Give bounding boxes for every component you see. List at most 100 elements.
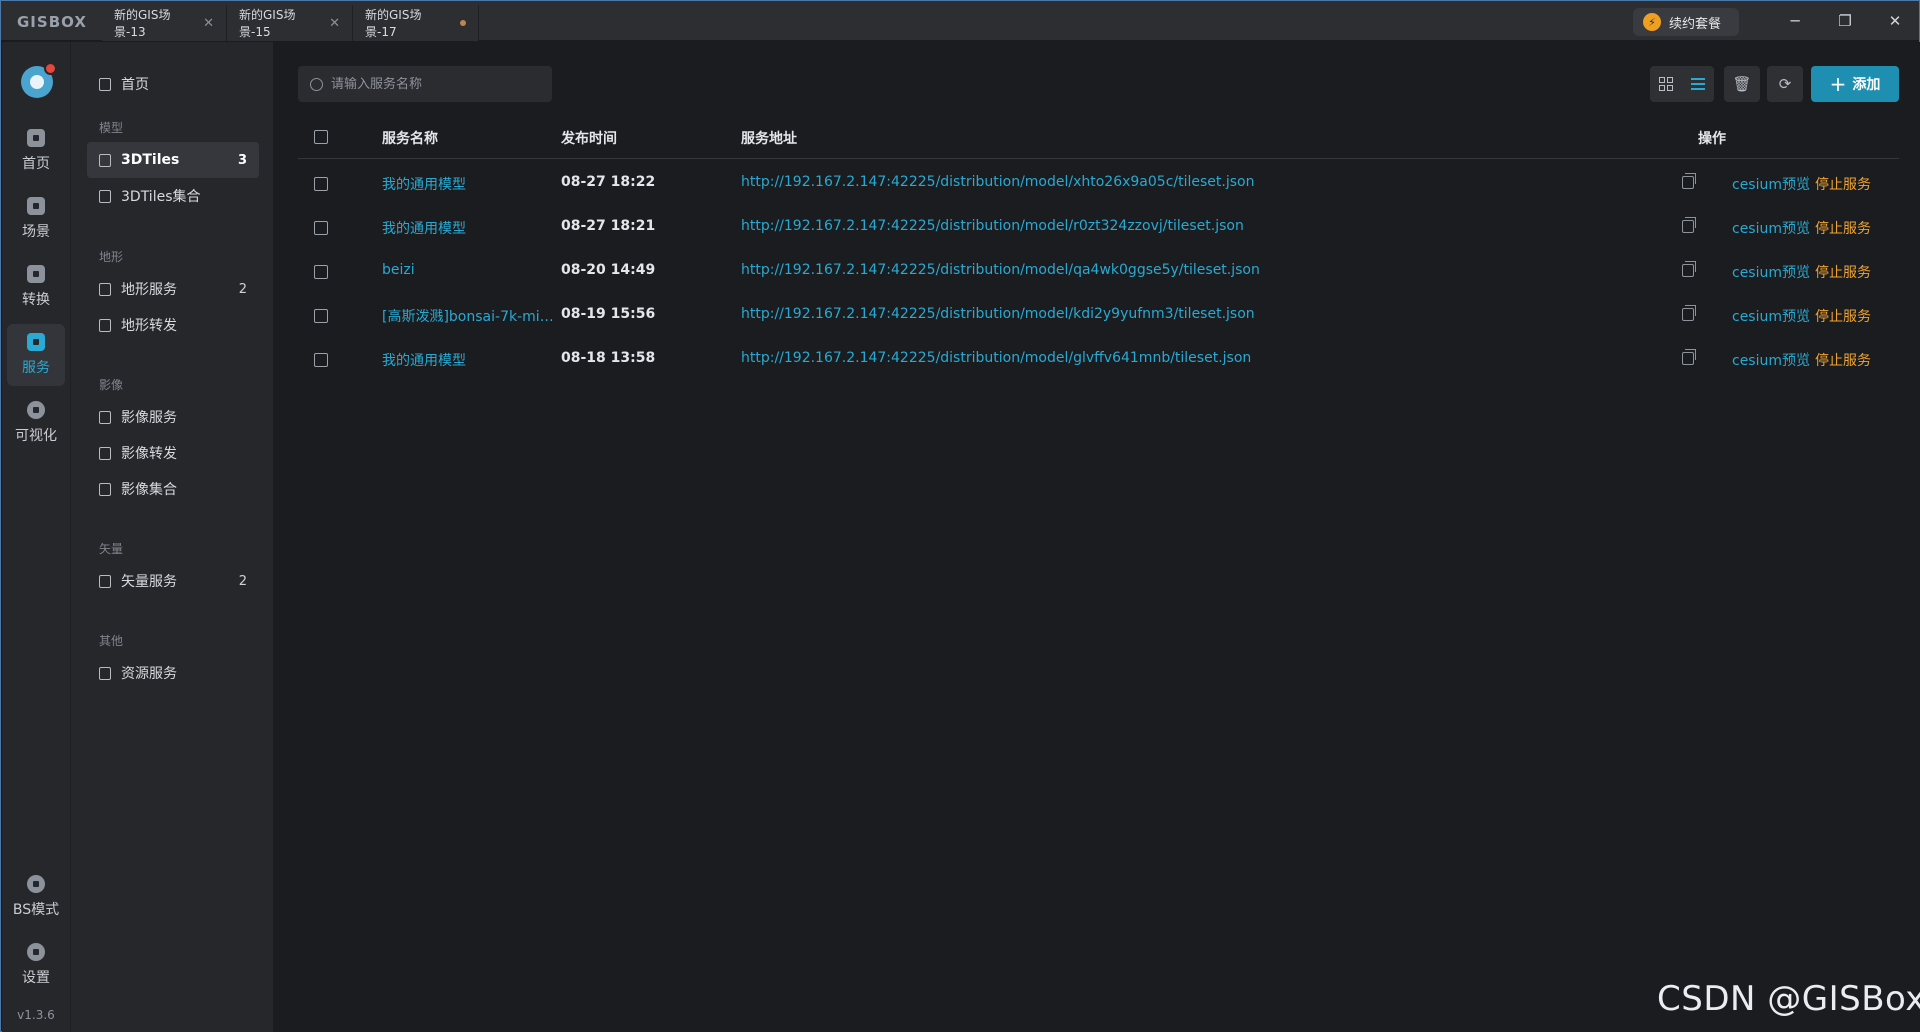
add-label: 添加 <box>1852 77 1881 93</box>
subnav-item-home[interactable]: 首页 <box>87 66 259 102</box>
tab-scene-13[interactable]: 新的GIS场景-13 ✕ <box>102 5 227 41</box>
publish-time: 08-19 15:56 <box>561 306 656 322</box>
service-name-link[interactable]: beizi <box>382 262 560 278</box>
subnav-item-terrain-service[interactable]: 地形服务 2 <box>87 271 259 307</box>
service-name-link[interactable]: [高斯泼溅]bonsai-7k-mini… <box>382 306 560 326</box>
close-icon[interactable]: ✕ <box>329 16 340 31</box>
divider <box>1807 176 1808 190</box>
table-row: 我的通用模型 08-27 18:21 http://192.167.2.147:… <box>298 206 1899 250</box>
restore-button[interactable]: ❐ <box>1833 9 1857 33</box>
gear-icon <box>27 943 45 961</box>
table-row: beizi 08-20 14:49 http://192.167.2.147:4… <box>298 250 1899 294</box>
stop-service-link[interactable]: 停止服务 <box>1815 174 1871 194</box>
count-badge: 3 <box>237 152 247 168</box>
subnav-item-3dtiles[interactable]: 3DTiles 3 <box>87 142 259 178</box>
tab-scene-15[interactable]: 新的GIS场景-15 ✕ <box>227 5 353 41</box>
rail-item-visualize[interactable]: 可视化 <box>7 392 65 454</box>
list-view-icon[interactable] <box>1691 78 1705 90</box>
renew-plan-button[interactable]: ⚡ 续约套餐 <box>1633 8 1739 36</box>
main-content: 🗑 ⟳ + 添加 服务名称 发布时间 服务地址 操作 我的通用模型 08-27 … <box>273 42 1920 1032</box>
subnav-label: 影像服务 <box>121 410 177 426</box>
rail-item-home[interactable]: 首页 <box>7 120 65 182</box>
rail-item-scene[interactable]: 场景 <box>7 188 65 250</box>
delete-button[interactable]: 🗑 <box>1724 66 1760 102</box>
copy-icon[interactable] <box>1682 305 1696 321</box>
rail-item-convert[interactable]: 转换 <box>7 256 65 318</box>
rail-label: 首页 <box>22 156 50 172</box>
header-ops: 操作 <box>1698 131 1726 147</box>
avatar[interactable] <box>21 62 57 98</box>
home-icon <box>27 129 45 147</box>
service-url-link[interactable]: http://192.167.2.147:42225/distribution/… <box>741 262 1260 278</box>
stop-service-link[interactable]: 停止服务 <box>1815 306 1871 326</box>
subnav-item-3dtiles-set[interactable]: 3DTiles集合 <box>87 178 259 214</box>
divider <box>1807 264 1808 278</box>
rail-item-service[interactable]: 服务 <box>7 324 65 386</box>
publish-time: 08-18 13:58 <box>561 350 656 366</box>
close-icon[interactable]: ✕ <box>203 16 214 31</box>
subnav-item-imagery-set[interactable]: 影像集合 <box>87 471 259 507</box>
cesium-preview-link[interactable]: cesium预览 <box>1732 262 1810 282</box>
search-input[interactable] <box>331 76 541 92</box>
stop-service-link[interactable]: 停止服务 <box>1815 218 1871 238</box>
copy-icon[interactable] <box>1682 173 1696 189</box>
copy-icon[interactable] <box>1682 261 1696 277</box>
rail-item-bs-mode[interactable]: BS模式 <box>7 866 65 928</box>
rail-item-settings[interactable]: 设置 <box>7 934 65 996</box>
copy-icon[interactable] <box>1682 349 1696 365</box>
tab-scene-17[interactable]: 新的GIS场景-17 <box>353 5 479 41</box>
row-checkbox[interactable] <box>314 221 328 235</box>
cesium-preview-link[interactable]: cesium预览 <box>1732 306 1810 326</box>
stop-service-link[interactable]: 停止服务 <box>1815 262 1871 282</box>
tab-label: 新的GIS场景-13 <box>114 8 171 39</box>
row-checkbox[interactable] <box>314 265 328 279</box>
service-url-link[interactable]: http://192.167.2.147:42225/distribution/… <box>741 350 1251 366</box>
row-checkbox[interactable] <box>314 177 328 191</box>
copy-icon[interactable] <box>1682 217 1696 233</box>
subnav-item-imagery-service[interactable]: 影像服务 <box>87 399 259 435</box>
service-name-link[interactable]: 我的通用模型 <box>382 350 560 370</box>
visualize-icon <box>27 401 45 419</box>
image-icon <box>99 410 111 424</box>
minimize-button[interactable]: ─ <box>1783 9 1807 33</box>
select-all-checkbox[interactable] <box>314 130 328 144</box>
cesium-preview-link[interactable]: cesium预览 <box>1732 174 1810 194</box>
section-title-imagery: 影像 <box>99 378 124 392</box>
scene-icon <box>27 197 45 215</box>
stop-service-link[interactable]: 停止服务 <box>1815 350 1871 370</box>
cesium-preview-link[interactable]: cesium预览 <box>1732 218 1810 238</box>
search-box[interactable] <box>298 66 552 102</box>
image-set-icon <box>99 482 111 496</box>
cesium-preview-link[interactable]: cesium预览 <box>1732 350 1810 370</box>
subnav-item-terrain-forward[interactable]: 地形转发 <box>87 307 259 343</box>
close-window-button[interactable]: ✕ <box>1883 9 1907 33</box>
service-name-link[interactable]: 我的通用模型 <box>382 174 560 194</box>
subnav-item-vector-service[interactable]: 矢量服务 2 <box>87 563 259 599</box>
subnav-item-resource-service[interactable]: 资源服务 <box>87 655 259 691</box>
service-icon <box>27 333 45 351</box>
service-url-link[interactable]: http://192.167.2.147:42225/distribution/… <box>741 306 1255 322</box>
refresh-button[interactable]: ⟳ <box>1767 66 1803 102</box>
lightning-icon: ⚡ <box>1643 13 1661 31</box>
header-name: 服务名称 <box>382 131 438 147</box>
terrain-forward-icon <box>99 318 111 332</box>
add-button[interactable]: + 添加 <box>1811 66 1899 102</box>
subnav-label: 地形转发 <box>121 318 177 334</box>
row-checkbox[interactable] <box>314 309 328 323</box>
service-url-link[interactable]: http://192.167.2.147:42225/distribution/… <box>741 218 1244 234</box>
row-checkbox[interactable] <box>314 353 328 367</box>
table-header: 服务名称 发布时间 服务地址 操作 <box>298 115 1899 159</box>
vector-icon <box>99 574 111 588</box>
section-title-vector: 矢量 <box>99 542 124 556</box>
subnav-label: 资源服务 <box>121 666 177 682</box>
subnav-label: 3DTiles集合 <box>121 189 201 205</box>
rail-label: 转换 <box>22 292 50 308</box>
service-url-link[interactable]: http://192.167.2.147:42225/distribution/… <box>741 174 1254 190</box>
version-label: v1.3.6 <box>17 1008 55 1022</box>
service-name-link[interactable]: 我的通用模型 <box>382 218 560 238</box>
publish-time: 08-20 14:49 <box>561 262 656 278</box>
tab-label: 新的GIS场景-17 <box>365 8 422 39</box>
rail-label: 可视化 <box>15 428 57 444</box>
grid-view-icon[interactable] <box>1659 77 1673 91</box>
subnav-item-imagery-forward[interactable]: 影像转发 <box>87 435 259 471</box>
